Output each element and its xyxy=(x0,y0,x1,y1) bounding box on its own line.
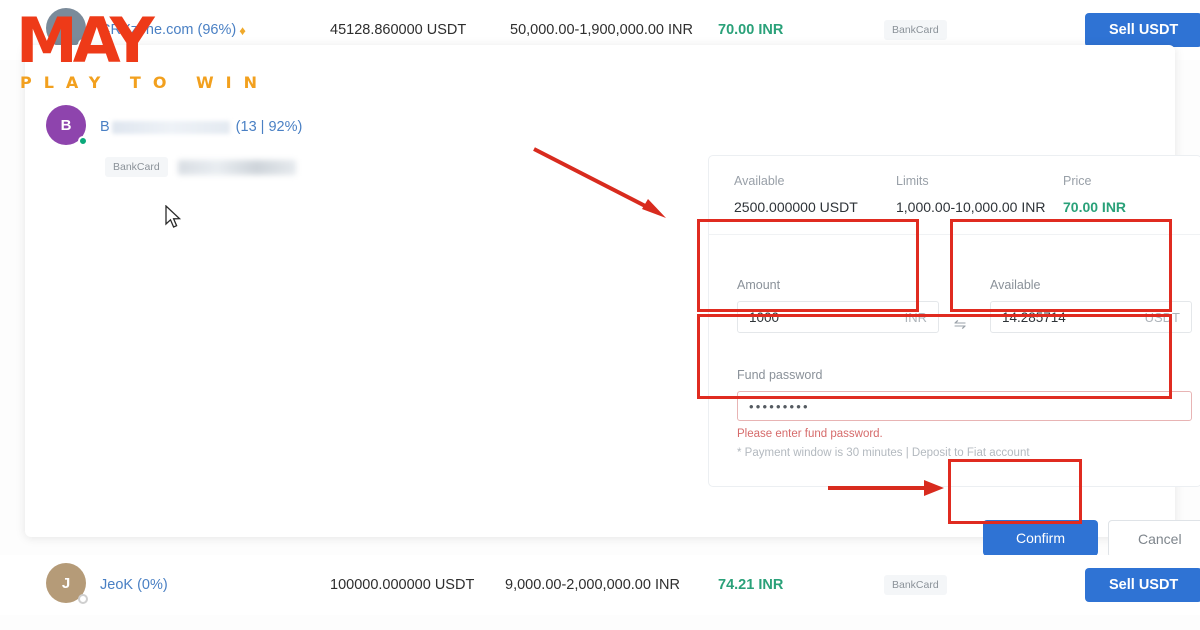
avatar: J xyxy=(46,563,90,607)
unit-price: 74.21 INR xyxy=(718,577,784,593)
redacted-merchant-name xyxy=(111,120,230,134)
merchant-name[interactable]: CRXzone.com (96%) xyxy=(100,22,236,38)
limits-range: 9,000.00-2,000,000.00 INR xyxy=(505,577,680,593)
fund-password-input[interactable]: ••••••••• xyxy=(737,391,1192,421)
available-amount: 100000.000000 USDT xyxy=(330,577,475,593)
confirm-button[interactable]: Confirm xyxy=(983,520,1099,556)
fund-password-group: Fund password ••••••••• Please enter fun… xyxy=(737,368,1192,440)
order-summary: Available 2500.000000 USDT Limits 1,000.… xyxy=(734,174,1184,215)
expanded-payment-block: BankCard xyxy=(105,157,296,177)
online-status-dot xyxy=(78,136,88,146)
summary-price: Price 70.00 INR xyxy=(1063,174,1126,215)
payment-method-badge: BankCard xyxy=(884,575,947,595)
expanded-offer-card: B B (13 | 92%) BankCard Available 2500.0… xyxy=(25,45,1200,558)
fund-password-masked-value: ••••••••• xyxy=(749,398,810,414)
cancel-button[interactable]: Cancel xyxy=(1108,520,1200,558)
unit-price: 70.00 INR xyxy=(718,22,784,38)
receive-label: Available xyxy=(990,278,1041,292)
summary-available: Available 2500.000000 USDT xyxy=(734,174,896,215)
offer-row-bottom[interactable]: J JeoK (0%) 100000.000000 USDT 9,000.00-… xyxy=(0,555,1200,615)
amount-field-group: Amount 1000 INR xyxy=(737,278,939,333)
panel-divider xyxy=(709,234,1200,235)
summary-price-label: Price xyxy=(1063,174,1092,188)
summary-available-value: 2500.000000 USDT xyxy=(734,199,858,215)
receive-currency-unit: USDT xyxy=(1144,309,1180,325)
summary-price-value: 70.00 INR xyxy=(1063,199,1127,215)
merchant-name[interactable]: JeoK (0%) xyxy=(100,577,168,593)
sell-usdt-button[interactable]: Sell USDT xyxy=(1085,568,1200,602)
summary-limits-label: Limits xyxy=(896,174,929,188)
screen-root: C CRXzone.com (96%) ♦ 45128.860000 USDT … xyxy=(0,0,1200,630)
fund-password-label: Fund password xyxy=(737,368,823,382)
payment-method-badge: BankCard xyxy=(884,20,947,40)
available-amount: 45128.860000 USDT xyxy=(330,22,467,38)
summary-limits: Limits 1,000.00-10,000.00 INR xyxy=(896,174,1063,215)
offline-status-dot xyxy=(78,594,88,604)
amount-label: Amount xyxy=(737,278,781,292)
order-form-panel: Available 2500.000000 USDT Limits 1,000.… xyxy=(708,155,1200,487)
redacted-bank-details xyxy=(177,159,296,175)
fund-password-error: Please enter fund password. xyxy=(737,428,883,440)
summary-limits-value: 1,000.00-10,000.00 INR xyxy=(896,199,1046,215)
gem-icon: ♦ xyxy=(239,22,246,38)
summary-available-label: Available xyxy=(734,174,785,188)
mouse-cursor-icon xyxy=(165,205,182,228)
amount-input[interactable]: 1000 INR xyxy=(737,301,939,333)
limits-range: 50,000.00-1,900,000.00 INR xyxy=(510,22,693,38)
amount-input-value: 1000 xyxy=(749,309,780,325)
receive-field-group: Available 14.285714 USDT xyxy=(990,278,1192,333)
receive-input[interactable]: 14.285714 USDT xyxy=(990,301,1192,333)
receive-input-value: 14.285714 xyxy=(1002,309,1066,325)
avatar: B xyxy=(46,105,90,149)
payment-window-note: * Payment window is 30 minutes | Deposit… xyxy=(737,447,1030,459)
merchant-name-prefix[interactable]: B xyxy=(100,119,110,135)
payment-method-badge: BankCard xyxy=(105,157,168,177)
sell-usdt-button[interactable]: Sell USDT xyxy=(1085,13,1200,47)
amount-currency-unit: INR xyxy=(904,309,927,325)
merchant-stats: (13 | 92%) xyxy=(235,119,303,135)
swap-currency-icon[interactable]: ⇋ xyxy=(949,313,971,335)
expanded-merchant-block: B B (13 | 92%) xyxy=(46,105,302,149)
